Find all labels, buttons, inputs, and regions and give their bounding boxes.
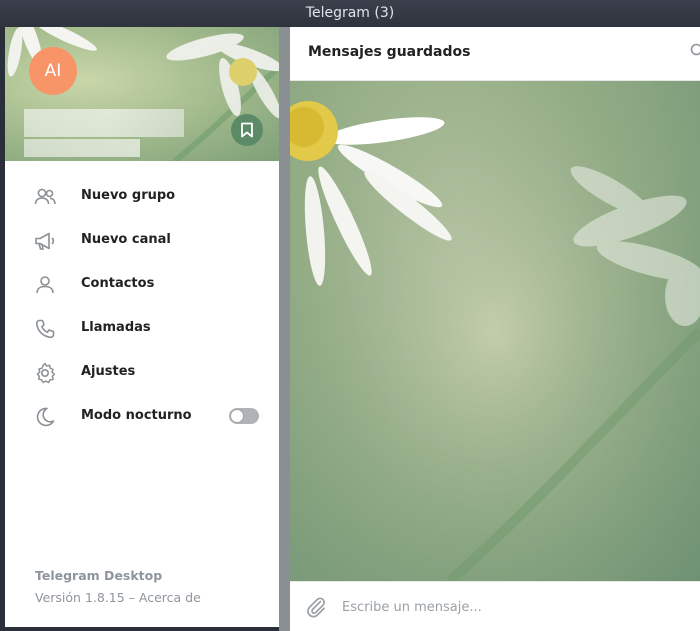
account-name-blurred <box>24 109 184 137</box>
menu-label-new-channel: Nuevo canal <box>81 232 171 247</box>
paperclip-icon[interactable] <box>304 595 328 619</box>
chat-panel: Mensajes guardados <box>290 27 700 631</box>
chat-title: Mensajes guardados <box>308 44 471 60</box>
saved-messages-button[interactable] <box>231 114 263 146</box>
avatar[interactable]: AI <box>29 47 77 95</box>
megaphone-icon <box>35 232 55 250</box>
person-icon <box>36 276 54 294</box>
phone-icon <box>35 319 55 339</box>
menu-item-new-channel[interactable]: Nuevo canal <box>5 218 279 262</box>
menu-item-settings[interactable]: Ajustes <box>5 350 279 394</box>
footer-app-name: Telegram Desktop <box>35 568 163 583</box>
daisy-wallpaper-image <box>290 81 700 581</box>
side-drawer: AI Nuevo grupo Nuevo canal Contactos Lla… <box>5 27 279 627</box>
menu-label-calls: Llamadas <box>81 320 151 335</box>
chat-list-dimmed[interactable] <box>279 27 290 631</box>
menu-item-calls[interactable]: Llamadas <box>5 306 279 350</box>
message-composer <box>290 581 700 631</box>
avatar-initials: AI <box>44 61 62 81</box>
chat-wallpaper <box>290 81 700 581</box>
toggle-knob <box>230 409 244 423</box>
window-title: Telegram (3) <box>305 5 395 21</box>
night-mode-toggle[interactable] <box>229 408 259 424</box>
chat-header: Mensajes guardados <box>290 27 700 81</box>
drawer-menu: Nuevo grupo Nuevo canal Contactos Llamad… <box>5 174 279 438</box>
menu-label-contacts: Contactos <box>81 276 155 291</box>
moon-icon <box>36 407 55 427</box>
group-icon <box>34 188 56 205</box>
account-phone-blurred <box>24 139 140 157</box>
about-link[interactable]: Acerca de <box>139 590 201 605</box>
gear-icon <box>36 362 56 384</box>
window-titlebar: Telegram (3) <box>0 0 700 27</box>
footer-version: Versión 1.8.15 – Acerca de <box>35 590 201 605</box>
menu-label-settings: Ajustes <box>81 364 136 379</box>
bookmark-icon <box>241 122 253 138</box>
menu-label-night-mode: Modo nocturno <box>81 408 192 423</box>
menu-item-night-mode[interactable]: Modo nocturno <box>5 394 279 438</box>
message-input[interactable] <box>342 596 682 618</box>
drawer-cover: AI <box>5 27 279 161</box>
footer-version-text: Versión 1.8.15 – <box>35 590 139 605</box>
search-icon[interactable] <box>690 43 700 59</box>
menu-item-contacts[interactable]: Contactos <box>5 262 279 306</box>
menu-item-new-group[interactable]: Nuevo grupo <box>5 174 279 218</box>
menu-label-new-group: Nuevo grupo <box>81 188 176 203</box>
